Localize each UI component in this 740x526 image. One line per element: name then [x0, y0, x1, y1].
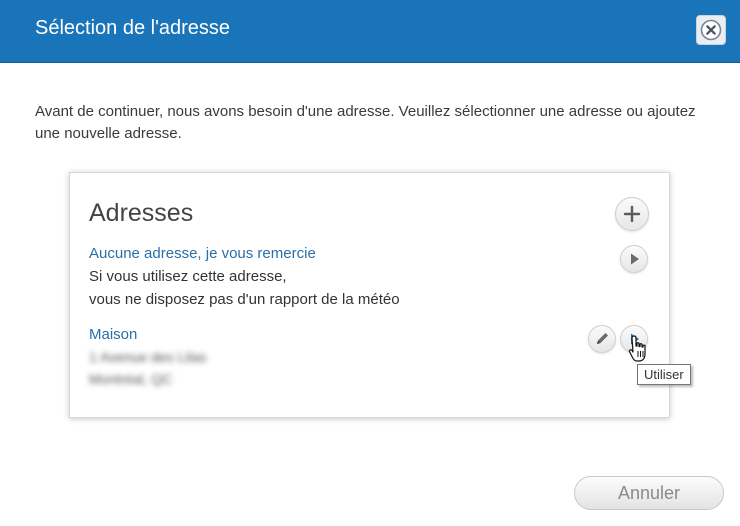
address-list-card: Adresses Aucune adresse, je vous remerci… — [69, 172, 670, 418]
intro-text: Avant de continuer, nous avons besoin d'… — [35, 103, 696, 142]
address-name-none[interactable]: Aucune adresse, je vous remercie — [89, 245, 316, 262]
use-tooltip: Utiliser — [637, 364, 691, 385]
add-address-button[interactable] — [615, 197, 649, 231]
cancel-button[interactable]: Annuler — [574, 476, 724, 510]
edit-address-button[interactable] — [588, 325, 616, 353]
address-name-home[interactable]: Maison — [89, 326, 137, 343]
play-icon — [631, 253, 639, 265]
pencil-icon — [597, 333, 608, 344]
address-line: vous ne disposez pas d'un rapport de la … — [89, 291, 400, 308]
close-icon — [700, 19, 722, 41]
address-line-redacted: Montréal, QC — [89, 371, 173, 387]
use-no-address-button[interactable] — [620, 245, 648, 273]
address-line: Si vous utilisez cette adresse, — [89, 268, 287, 285]
dialog-title: Sélection de l'adresse — [35, 17, 231, 39]
plus-icon — [623, 205, 641, 223]
dialog-titlebar: Sélection de l'adresse — [0, 0, 740, 63]
close-button[interactable] — [696, 15, 726, 45]
address-line-redacted: 1 Avenue des Lilas — [89, 349, 207, 365]
addresses-heading: Adresses — [89, 199, 194, 227]
hand-pointer-icon — [628, 335, 646, 362]
